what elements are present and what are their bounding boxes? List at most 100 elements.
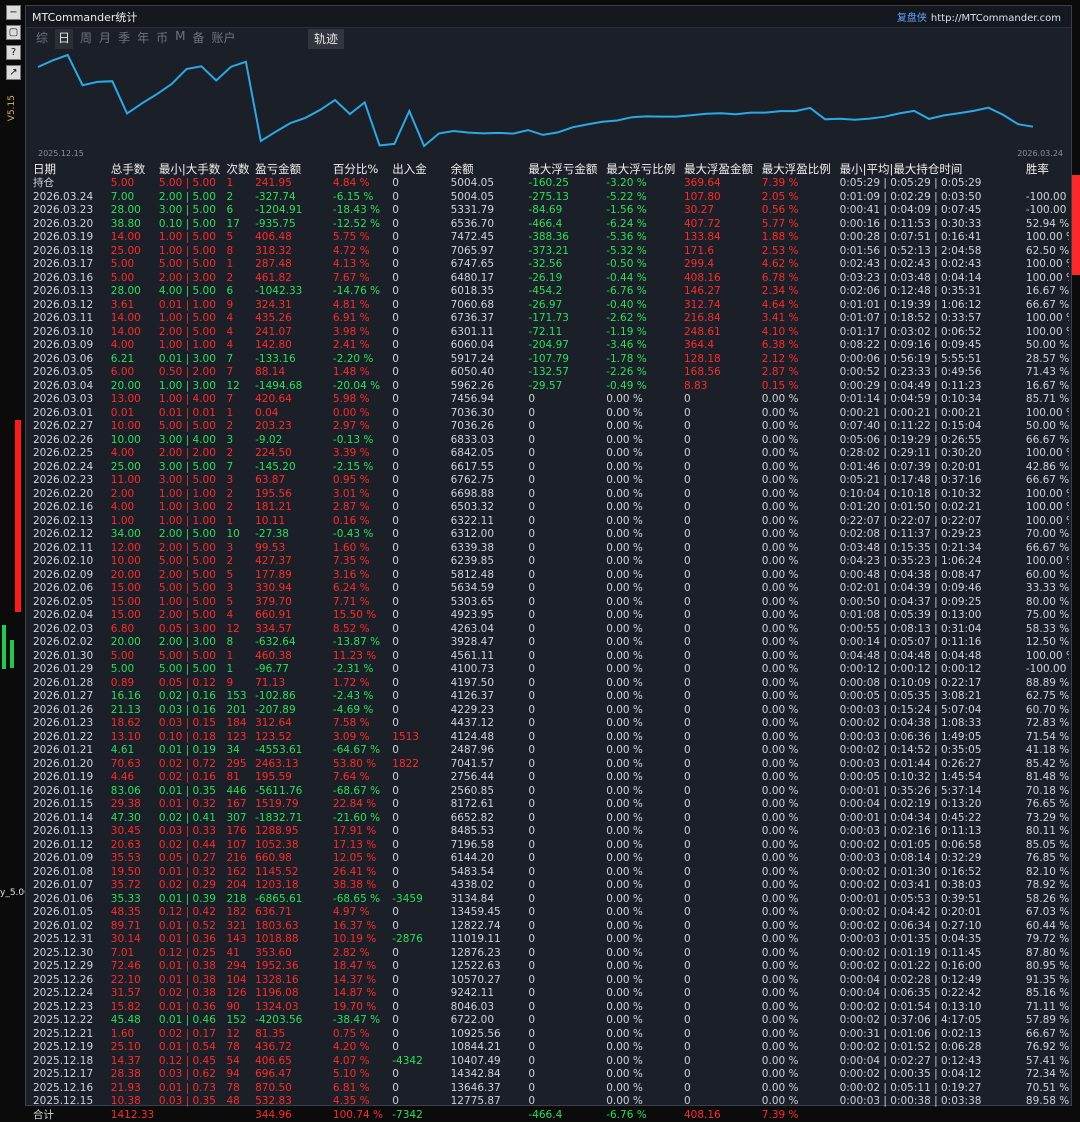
table-row[interactable]: 2026.03.0420.001.00 | 3.0012-1494.68-20.… (31, 380, 1069, 394)
table-row[interactable]: 2025.12.1510.380.03 | 0.3548532.834.35 %… (31, 1095, 1069, 1109)
table-row[interactable]: 2025.12.211.600.02 | 0.171281.350.75 %01… (31, 1028, 1069, 1042)
table-row[interactable]: 2026.03.2038.800.10 | 5.0017-935.75-12.5… (31, 218, 1069, 232)
cell-0: 2026.01.12 (31, 839, 109, 853)
table-row[interactable]: 2026.01.1447.300.02 | 0.41307-1832.71-21… (31, 812, 1069, 826)
table-row[interactable]: 2026.01.194.460.02 | 0.1681195.597.64 %0… (31, 771, 1069, 785)
table-row[interactable]: 2026.02.2610.003.00 | 4.003-9.02-0.13 %0… (31, 434, 1069, 448)
table-row[interactable]: 2026.03.1914.001.00 | 5.005406.485.75 %0… (31, 231, 1069, 245)
table-row[interactable]: 2026.01.2070.630.02 | 0.722952463.1353.8… (31, 758, 1069, 772)
table-row[interactable]: 2026.03.123.610.01 | 1.009324.314.81 %07… (31, 299, 1069, 313)
table-row[interactable]: 2026.01.2318.620.03 | 0.15184312.647.58 … (31, 717, 1069, 731)
table-row[interactable]: 2026.01.214.610.01 | 0.1934-4553.61-64.6… (31, 744, 1069, 758)
table-row[interactable]: 2026.02.0220.002.00 | 3.008-632.64-13.87… (31, 636, 1069, 650)
table-row[interactable]: 2026.02.164.001.00 | 3.002181.212.87 %06… (31, 501, 1069, 515)
table-row[interactable]: 2026.02.202.001.00 | 1.002195.563.01 %06… (31, 488, 1069, 502)
cell-7: 7036.26 (449, 420, 527, 434)
cell-10: 0 (682, 866, 760, 880)
cell-1: 16.16 (109, 690, 157, 704)
table-row[interactable]: 2026.01.0548.350.12 | 0.42182636.714.97 … (31, 906, 1069, 920)
table-row[interactable]: 2026.03.175.005.00 | 5.001287.484.13 %06… (31, 258, 1069, 272)
table-row[interactable]: 2026.01.0289.710.01 | 0.523211803.6316.3… (31, 920, 1069, 934)
tab-7[interactable]: M (175, 29, 185, 49)
top-link[interactable]: 复盘侠 http://MTCommander.com (897, 9, 1065, 24)
tab-4[interactable]: 季 (118, 29, 130, 49)
table-row[interactable]: 2026.01.1220.630.02 | 0.441071052.3817.1… (31, 839, 1069, 853)
cell-10: 0 (682, 987, 760, 1001)
toolbar-button-4[interactable]: ↗ (6, 65, 21, 80)
cell-10: 0 (682, 582, 760, 596)
table-row[interactable]: 2025.12.2431.570.02 | 0.381261196.0814.8… (31, 987, 1069, 1001)
table-row[interactable]: 2026.01.2213.100.10 | 0.18123123.523.09 … (31, 731, 1069, 745)
table-row[interactable]: 2026.03.1825.001.00 | 5.008318.324.72 %0… (31, 245, 1069, 259)
tab-8[interactable]: 备 (192, 29, 204, 49)
table-row[interactable]: 2026.01.2621.130.03 | 0.16201-207.89-4.6… (31, 704, 1069, 718)
table-row[interactable]: 2025.12.2245.480.01 | 0.46152-4203.56-38… (31, 1014, 1069, 1028)
table-row[interactable]: 2026.01.295.005.00 | 5.001-96.77-2.31 %0… (31, 663, 1069, 677)
table-row[interactable]: 2026.02.1010.005.00 | 5.002427.377.35 %0… (31, 555, 1069, 569)
table-row[interactable]: 2026.03.247.002.00 | 5.002-327.74-6.15 %… (31, 191, 1069, 205)
table-row[interactable]: 2025.12.2972.460.01 | 0.382941952.3618.4… (31, 960, 1069, 974)
table-row[interactable]: 2026.02.0515.001.00 | 5.005379.707.71 %0… (31, 596, 1069, 610)
holding-row[interactable]: 持仓5.005.00 | 5.001241.954.84 %05004.05-1… (31, 177, 1069, 191)
table-row[interactable]: 2026.03.1328.004.00 | 5.006-1042.33-14.7… (31, 285, 1069, 299)
table-row[interactable]: 2026.01.1683.060.01 | 0.35446-5611.76-68… (31, 785, 1069, 799)
tab-5[interactable]: 年 (137, 29, 149, 49)
table-row[interactable]: 2026.01.0735.720.02 | 0.292041203.1838.3… (31, 879, 1069, 893)
table-row[interactable]: 2026.02.2425.003.00 | 5.007-145.20-2.15 … (31, 461, 1069, 475)
cell-13: 100.00 % (1024, 447, 1069, 461)
table-row[interactable]: 2025.12.1925.100.01 | 0.5478436.724.20 %… (31, 1041, 1069, 1055)
table-row[interactable]: 2026.01.0819.500.01 | 0.321621145.5226.4… (31, 866, 1069, 880)
table-row[interactable]: 2025.12.307.010.12 | 0.2541353.602.82 %0… (31, 947, 1069, 961)
table-row[interactable]: 2025.12.1814.370.12 | 0.4554406.654.07 %… (31, 1055, 1069, 1069)
table-row[interactable]: 2026.02.2710.005.00 | 5.002203.232.97 %0… (31, 420, 1069, 434)
cell-11: 0.00 % (760, 1082, 838, 1096)
table-row[interactable]: 2025.12.2315.820.01 | 0.36901324.0319.70… (31, 1001, 1069, 1015)
table-row[interactable]: 2026.02.254.002.00 | 2.002224.503.39 %06… (31, 447, 1069, 461)
table-row[interactable]: 2026.03.165.002.00 | 3.002461.827.67 %06… (31, 272, 1069, 286)
cell-7: 6322.11 (449, 515, 527, 529)
tab-9[interactable]: 账户 (211, 29, 235, 49)
table-row[interactable]: 2026.01.1330.450.03 | 0.331761288.9517.9… (31, 825, 1069, 839)
table-row[interactable]: 2026.02.0615.005.00 | 5.003330.946.24 %0… (31, 582, 1069, 596)
table-row[interactable]: 2026.03.0313.001.00 | 4.007420.645.98 %0… (31, 393, 1069, 407)
table-row[interactable]: 2026.03.010.010.01 | 0.0110.040.00 %0703… (31, 407, 1069, 421)
table-row[interactable]: 2026.02.131.001.00 | 1.00110.110.16 %063… (31, 515, 1069, 529)
table-row[interactable]: 2026.03.1114.001.00 | 5.004435.266.91 %0… (31, 312, 1069, 326)
tab-6[interactable]: 币 (156, 29, 168, 49)
cell-2: 5.00 | 5.00 (157, 650, 225, 664)
table-row[interactable]: 2026.01.305.005.00 | 5.001460.3811.23 %0… (31, 650, 1069, 664)
table-row[interactable]: 2026.02.1112.002.00 | 5.00399.531.60 %06… (31, 542, 1069, 556)
link-label[interactable]: 复盘侠 (897, 13, 927, 24)
table-row[interactable]: 2026.02.2311.003.00 | 5.00363.870.95 %06… (31, 474, 1069, 488)
table-row[interactable]: 2026.02.036.800.05 | 3.0012334.578.52 %0… (31, 623, 1069, 637)
table-row[interactable]: 2026.02.0920.002.00 | 5.005177.893.16 %0… (31, 569, 1069, 583)
table-row[interactable]: 2026.03.2328.003.00 | 5.006-1204.91-18.4… (31, 204, 1069, 218)
table-row[interactable]: 2026.01.280.890.05 | 0.12971.131.72 %041… (31, 677, 1069, 691)
tab-2[interactable]: 周 (80, 29, 92, 49)
table-row[interactable]: 2026.01.0635.330.01 | 0.39218-6865.61-68… (31, 893, 1069, 907)
toolbar-button-3[interactable]: ? (6, 45, 21, 60)
tab-1[interactable]: 日 (55, 29, 73, 49)
tab-0[interactable]: 综 (36, 29, 48, 49)
toolbar-button-1[interactable]: − (6, 5, 21, 20)
cell-0: 2026.01.29 (31, 663, 109, 677)
table-row[interactable]: 2026.03.094.001.00 | 1.004142.802.41 %06… (31, 339, 1069, 353)
table-row[interactable]: 2026.01.2716.160.02 | 0.16153-102.86-2.4… (31, 690, 1069, 704)
toolbar-button-2[interactable]: ▢ (6, 25, 21, 40)
table-row[interactable]: 2025.12.3130.140.01 | 0.361431018.8810.1… (31, 933, 1069, 947)
table-row[interactable]: 2025.12.1728.380.03 | 0.6294696.475.10 %… (31, 1068, 1069, 1082)
table-row[interactable]: 2026.03.1014.002.00 | 5.004241.073.98 %0… (31, 326, 1069, 340)
table-row[interactable]: 2026.03.056.000.50 | 2.00788.141.48 %060… (31, 366, 1069, 380)
table-row[interactable]: 2025.12.1621.930.01 | 0.7378870.506.81 %… (31, 1082, 1069, 1096)
table-row[interactable]: 2026.02.0415.002.00 | 5.004660.9115.50 %… (31, 609, 1069, 623)
table-header-row: 日期总手数最小|大手数次数盈亏金额百分比%出入金余额最大浮亏金额最大浮亏比例最大… (31, 163, 1069, 177)
link-url[interactable]: http://MTCommander.com (931, 13, 1061, 24)
table-row[interactable]: 2026.02.1234.002.00 | 5.0010-27.38-0.43 … (31, 528, 1069, 542)
table-row[interactable]: 2026.03.066.210.01 | 3.007-133.16-2.20 %… (31, 353, 1069, 367)
table-row[interactable]: 2025.12.2622.100.01 | 0.381041328.1614.3… (31, 974, 1069, 988)
table-row[interactable]: 2026.01.1529.380.01 | 0.321671519.7922.8… (31, 798, 1069, 812)
cell-12: 0:00:03 | 0:06:36 | 1:49:05 (838, 731, 1024, 745)
table-row[interactable]: 2026.01.0935.530.05 | 0.27216660.9812.05… (31, 852, 1069, 866)
trajectory-tab[interactable]: 轨迹 (308, 29, 344, 49)
tab-3[interactable]: 月 (99, 29, 111, 49)
